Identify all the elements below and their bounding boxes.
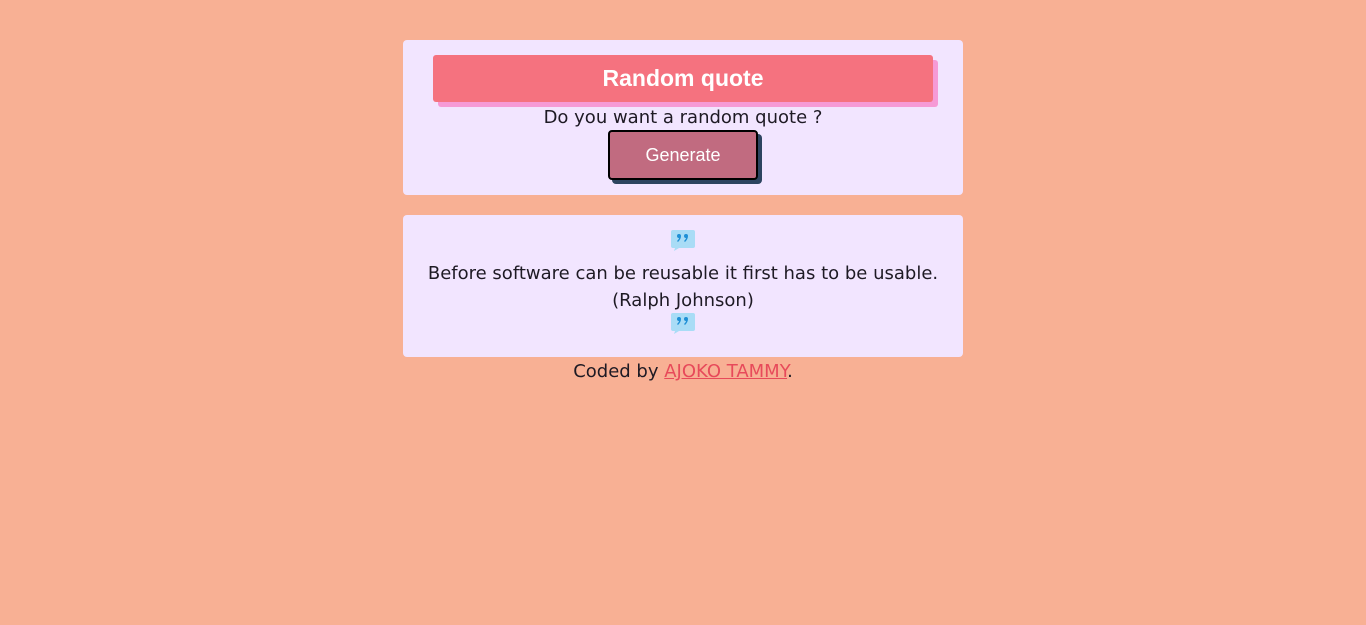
header-card: Random quote Do you want a random quote … <box>403 40 963 195</box>
quote-author: (Ralph Johnson) <box>612 290 754 311</box>
footer-suffix: . <box>787 361 793 382</box>
quote-icon <box>671 313 695 334</box>
quote-block: Before software can be reusable it first… <box>403 260 963 314</box>
footer-prefix: Coded by <box>573 361 665 382</box>
author-link[interactable]: AJOKO TAMMY <box>664 361 787 382</box>
quote-text: Before software can be reusable it first… <box>427 263 939 284</box>
question-text: Do you want a random quote ? <box>543 107 823 128</box>
quote-icon <box>671 230 695 251</box>
page-title: Random quote <box>433 55 933 102</box>
generate-button[interactable]: Generate <box>608 130 758 180</box>
quote-card: Before software can be reusable it first… <box>403 215 963 357</box>
footer: Coded by AJOKO TAMMY. <box>403 359 963 385</box>
